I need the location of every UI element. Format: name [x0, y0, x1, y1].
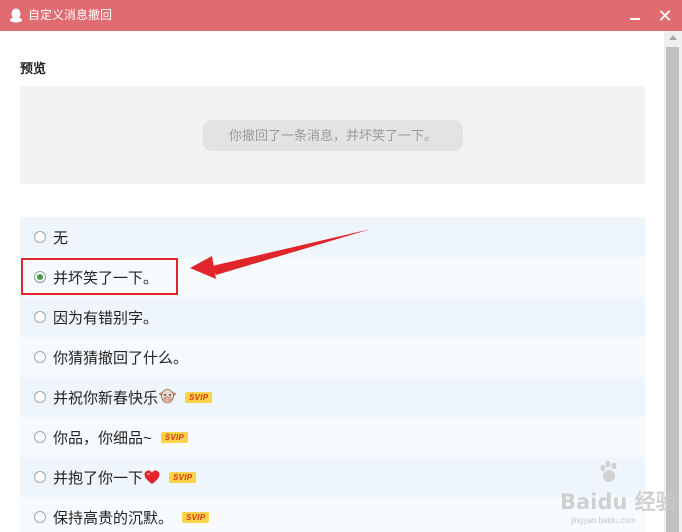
option-label: 并祝你新春快乐: [53, 389, 159, 407]
svip-badge: SVIP: [160, 431, 189, 443]
option-row[interactable]: 你猜猜撤回了什么。: [20, 337, 645, 377]
preview-bubble: 你撤回了一条消息，并坏笑了一下。: [203, 120, 463, 151]
title-bar: 自定义消息撤回 ✕: [0, 0, 682, 31]
red-heart-icon: [144, 470, 160, 484]
preview-area: 你撤回了一条消息，并坏笑了一下。: [20, 86, 645, 184]
option-row[interactable]: 因为有错别字。: [20, 297, 645, 337]
vertical-scrollbar[interactable]: [664, 31, 682, 532]
option-row[interactable]: 无: [20, 217, 645, 257]
radio-button[interactable]: [34, 351, 46, 363]
window-title: 自定义消息撤回: [28, 8, 113, 22]
cow-face-icon: [159, 389, 177, 404]
option-label: 因为有错别字。: [53, 309, 159, 327]
selection-highlight-box: [21, 258, 178, 295]
option-label: 你猜猜撤回了什么。: [53, 349, 189, 367]
radio-button[interactable]: [34, 511, 46, 523]
scroll-thumb[interactable]: [666, 47, 679, 532]
radio-button[interactable]: [34, 471, 46, 483]
radio-button[interactable]: [34, 311, 46, 323]
option-row[interactable]: 并祝你新春快乐 SVIP: [20, 377, 645, 417]
option-label: 无: [53, 229, 69, 247]
close-icon: ✕: [657, 6, 673, 26]
radio-button[interactable]: [34, 231, 46, 243]
svip-badge: SVIP: [169, 471, 197, 483]
option-label: 你品，你细品~: [53, 429, 152, 447]
option-row[interactable]: 你品，你细品~ SVIP: [20, 417, 645, 457]
option-label: 保持高贵的沉默。: [53, 509, 174, 527]
option-row[interactable]: 保持高贵的沉默。 SVIP: [20, 497, 645, 532]
option-row[interactable]: 并抱了你一下 SVIP: [20, 457, 645, 497]
radio-button[interactable]: [34, 431, 46, 443]
qq-penguin-icon: [10, 8, 22, 23]
scroll-up-arrow-icon[interactable]: [669, 35, 677, 40]
minimize-button[interactable]: [626, 7, 644, 25]
close-button[interactable]: ✕: [656, 7, 674, 25]
preview-label: 预览: [20, 61, 47, 76]
option-label: 并抱了你一下: [53, 469, 144, 487]
svip-badge: SVIP: [182, 511, 210, 523]
radio-button[interactable]: [34, 391, 46, 403]
svip-badge: SVIP: [185, 391, 213, 403]
